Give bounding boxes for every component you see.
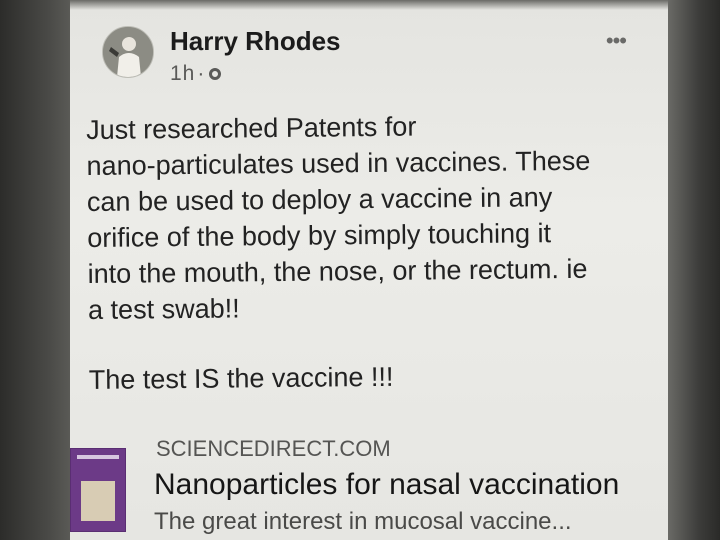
post-meta: 1h· [170,62,222,86]
link-preview[interactable]: SCIENCEDIRECT.COM Nanoparticles for nasa… [70,428,668,540]
post-timestamp[interactable]: 1h [170,62,195,85]
author-avatar[interactable] [102,26,154,78]
post-header: Harry Rhodes 1h· ••• [70,0,668,96]
post-text-line: Just researched Patents for [86,111,417,145]
globe-icon [209,68,222,81]
post-text-line: nano-particulates used in vaccines. Thes… [86,145,591,181]
facebook-post-card: Harry Rhodes 1h· ••• Just researched Pat… [70,0,668,540]
post-body: Just researched Patents for nano-particu… [86,106,659,398]
thumbnail-cover-image [81,481,115,521]
thumbnail-journal-header [77,455,119,459]
device-bezel-right [668,0,720,540]
post-text-line: a test swab!! [87,293,240,325]
post-text-line: orifice of the body by simply touching i… [87,218,552,253]
post-text-line: into the mouth, the nose, or the rectum.… [87,253,588,289]
author-name[interactable]: Harry Rhodes [170,26,341,57]
link-title[interactable]: Nanoparticles for nasal vaccination [154,468,619,502]
link-source: SCIENCEDIRECT.COM [156,436,391,461]
device-bezel-left [0,0,70,540]
link-thumbnail[interactable] [70,448,126,532]
link-description: The great interest in mucosal vaccine... [154,508,572,535]
post-text-line: can be used to deploy a vaccine in any [86,182,553,217]
more-options-icon[interactable]: ••• [606,30,627,52]
post-text-line: The test IS the vaccine !!! [88,361,394,395]
